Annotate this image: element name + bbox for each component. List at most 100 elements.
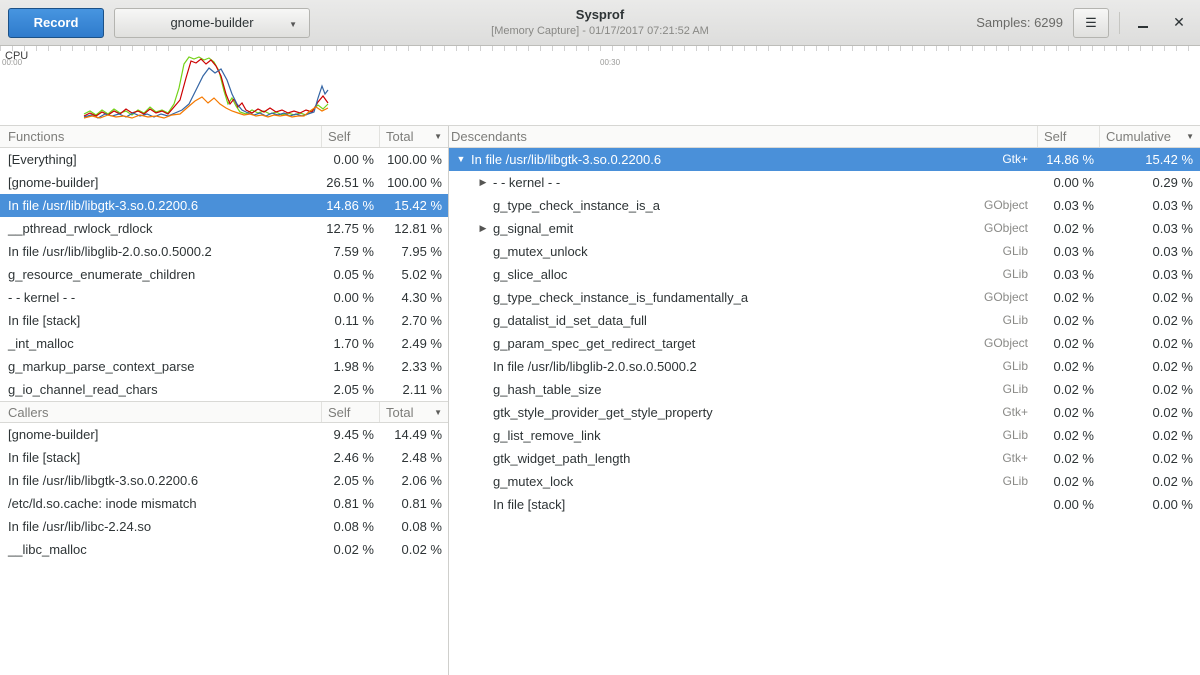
total-value: 2.48 %: [380, 446, 448, 469]
chevron-down-icon: ▼: [289, 20, 297, 29]
expander-icon[interactable]: ▶: [475, 171, 491, 194]
column-header-self[interactable]: Self: [322, 402, 380, 422]
self-value: 2.46 %: [322, 446, 380, 469]
window-title-box: Sysprof [Memory Capture] - 01/17/2017 07…: [491, 7, 709, 38]
close-button[interactable]: ✕: [1166, 8, 1192, 38]
sort-indicator-icon: ▼: [1182, 126, 1194, 147]
column-header-total[interactable]: Total ▼: [380, 126, 448, 147]
symbol-name: [gnome-builder]: [0, 171, 322, 194]
cpu-blue-line: [84, 68, 328, 118]
function-row[interactable]: [Everything]0.00 %100.00 %: [0, 148, 448, 171]
caller-row[interactable]: /etc/ld.so.cache: inode mismatch0.81 %0.…: [0, 492, 448, 515]
descendant-row[interactable]: g_list_remove_linkGLib0.02 %0.02 %: [449, 424, 1200, 447]
total-value: 2.70 %: [380, 309, 448, 332]
expander-spacer: [475, 194, 491, 217]
expander-spacer: [475, 332, 491, 355]
self-value: 0.81 %: [322, 492, 380, 515]
descendant-row[interactable]: In file /usr/lib/libglib-2.0.so.0.5000.2…: [449, 355, 1200, 378]
descendant-row[interactable]: ▶- - kernel - -0.00 %0.29 %: [449, 171, 1200, 194]
function-row[interactable]: - - kernel - -0.00 %4.30 %: [0, 286, 448, 309]
library-label: [1028, 493, 1038, 516]
descendant-row[interactable]: g_mutex_unlockGLib0.03 %0.03 %: [449, 240, 1200, 263]
function-row[interactable]: In file /usr/lib/libglib-2.0.so.0.5000.2…: [0, 240, 448, 263]
total-value: 0.02 %: [380, 538, 448, 561]
caller-row[interactable]: [gnome-builder]9.45 %14.49 %: [0, 423, 448, 446]
descendant-row[interactable]: gtk_style_provider_get_style_propertyGtk…: [449, 401, 1200, 424]
time-tick-start: 00:00: [2, 58, 22, 67]
function-row[interactable]: In file [stack]0.11 %2.70 %: [0, 309, 448, 332]
symbol-name: __libc_malloc: [0, 538, 322, 561]
functions-pane: Functions Self Total ▼ [Everything]0.00 …: [0, 126, 448, 675]
self-value: 0.02 %: [1038, 447, 1100, 470]
library-label: GObject: [984, 194, 1038, 217]
column-header-callers[interactable]: Callers: [0, 402, 322, 422]
menu-button[interactable]: ☰: [1073, 8, 1109, 38]
target-process-selector[interactable]: gnome-builder ▼: [114, 8, 310, 38]
expander-spacer: [475, 355, 491, 378]
hamburger-icon: ☰: [1085, 15, 1097, 31]
symbol-name: - - kernel - -: [491, 171, 1028, 194]
column-header-cumulative[interactable]: Cumulative ▼: [1100, 126, 1200, 147]
caller-row[interactable]: In file /usr/lib/libc-2.24.so0.08 %0.08 …: [0, 515, 448, 538]
descendant-row[interactable]: g_hash_table_sizeGLib0.02 %0.02 %: [449, 378, 1200, 401]
symbol-name: /etc/ld.so.cache: inode mismatch: [0, 492, 322, 515]
symbol-name: In file /usr/lib/libglib-2.0.so.0.5000.2: [0, 240, 322, 263]
function-row[interactable]: __pthread_rwlock_rdlock12.75 %12.81 %: [0, 217, 448, 240]
column-header-total[interactable]: Total ▼: [380, 402, 448, 422]
symbol-name: g_slice_alloc: [491, 263, 1003, 286]
sort-indicator-icon: ▼: [430, 126, 442, 147]
column-header-descendants[interactable]: Descendants: [449, 126, 1038, 147]
descendants-header: Descendants Self Cumulative ▼: [449, 126, 1200, 148]
function-row[interactable]: [gnome-builder]26.51 %100.00 %: [0, 171, 448, 194]
self-value: 0.03 %: [1038, 240, 1100, 263]
function-row[interactable]: g_io_channel_read_chars2.05 %2.11 %: [0, 378, 448, 401]
column-cumulative-label: Cumulative: [1106, 126, 1171, 147]
symbol-name: g_param_spec_get_redirect_target: [491, 332, 984, 355]
callers-list: [gnome-builder]9.45 %14.49 %In file [sta…: [0, 423, 448, 561]
column-header-functions[interactable]: Functions: [0, 126, 322, 147]
descendant-row[interactable]: ▼In file /usr/lib/libgtk-3.so.0.2200.6Gt…: [449, 148, 1200, 171]
descendant-row[interactable]: In file [stack]0.00 %0.00 %: [449, 493, 1200, 516]
descendant-row[interactable]: g_slice_allocGLib0.03 %0.03 %: [449, 263, 1200, 286]
descendant-row[interactable]: g_datalist_id_set_data_fullGLib0.02 %0.0…: [449, 309, 1200, 332]
column-total-label: Total: [386, 126, 413, 147]
cumulative-value: 0.03 %: [1100, 217, 1200, 240]
descendant-row[interactable]: gtk_widget_path_lengthGtk+0.02 %0.02 %: [449, 447, 1200, 470]
caller-row[interactable]: __libc_malloc0.02 %0.02 %: [0, 538, 448, 561]
descendant-row[interactable]: g_param_spec_get_redirect_targetGObject0…: [449, 332, 1200, 355]
column-header-self[interactable]: Self: [1038, 126, 1100, 147]
symbol-name: __pthread_rwlock_rdlock: [0, 217, 322, 240]
minimize-icon: [1138, 17, 1148, 28]
symbol-name: [Everything]: [0, 148, 322, 171]
caller-row[interactable]: In file /usr/lib/libgtk-3.so.0.2200.62.0…: [0, 469, 448, 492]
self-value: 2.05 %: [322, 378, 380, 401]
function-row[interactable]: g_resource_enumerate_children0.05 %5.02 …: [0, 263, 448, 286]
capture-subtitle: [Memory Capture] - 01/17/2017 07:21:52 A…: [491, 24, 709, 38]
column-total-label: Total: [386, 402, 413, 422]
caller-row[interactable]: In file [stack]2.46 %2.48 %: [0, 446, 448, 469]
total-value: 14.49 %: [380, 423, 448, 446]
descendant-row[interactable]: g_mutex_lockGLib0.02 %0.02 %: [449, 470, 1200, 493]
descendant-row[interactable]: ▶g_signal_emitGObject0.02 %0.03 %: [449, 217, 1200, 240]
expander-icon[interactable]: ▼: [453, 148, 469, 171]
symbol-name: In file /usr/lib/libc-2.24.so: [0, 515, 322, 538]
descendant-row[interactable]: g_type_check_instance_is_fundamentally_a…: [449, 286, 1200, 309]
self-value: 0.11 %: [322, 309, 380, 332]
cpu-graph[interactable]: CPU 00:00 00:30: [0, 46, 1200, 126]
column-header-self[interactable]: Self: [322, 126, 380, 147]
cumulative-value: 0.02 %: [1100, 355, 1200, 378]
function-row[interactable]: In file /usr/lib/libgtk-3.so.0.2200.614.…: [0, 194, 448, 217]
function-row[interactable]: _int_malloc1.70 %2.49 %: [0, 332, 448, 355]
descendant-row[interactable]: g_type_check_instance_is_aGObject0.03 %0…: [449, 194, 1200, 217]
total-value: 0.81 %: [380, 492, 448, 515]
functions-header: Functions Self Total ▼: [0, 126, 448, 148]
function-row[interactable]: g_markup_parse_context_parse1.98 %2.33 %: [0, 355, 448, 378]
library-label: [1028, 171, 1038, 194]
cumulative-value: 0.02 %: [1100, 309, 1200, 332]
minimize-button[interactable]: [1130, 8, 1156, 38]
cumulative-value: 0.02 %: [1100, 470, 1200, 493]
expander-icon[interactable]: ▶: [475, 217, 491, 240]
library-label: GObject: [984, 286, 1038, 309]
time-tick-mid: 00:30: [600, 58, 620, 67]
record-button[interactable]: Record: [8, 8, 104, 38]
